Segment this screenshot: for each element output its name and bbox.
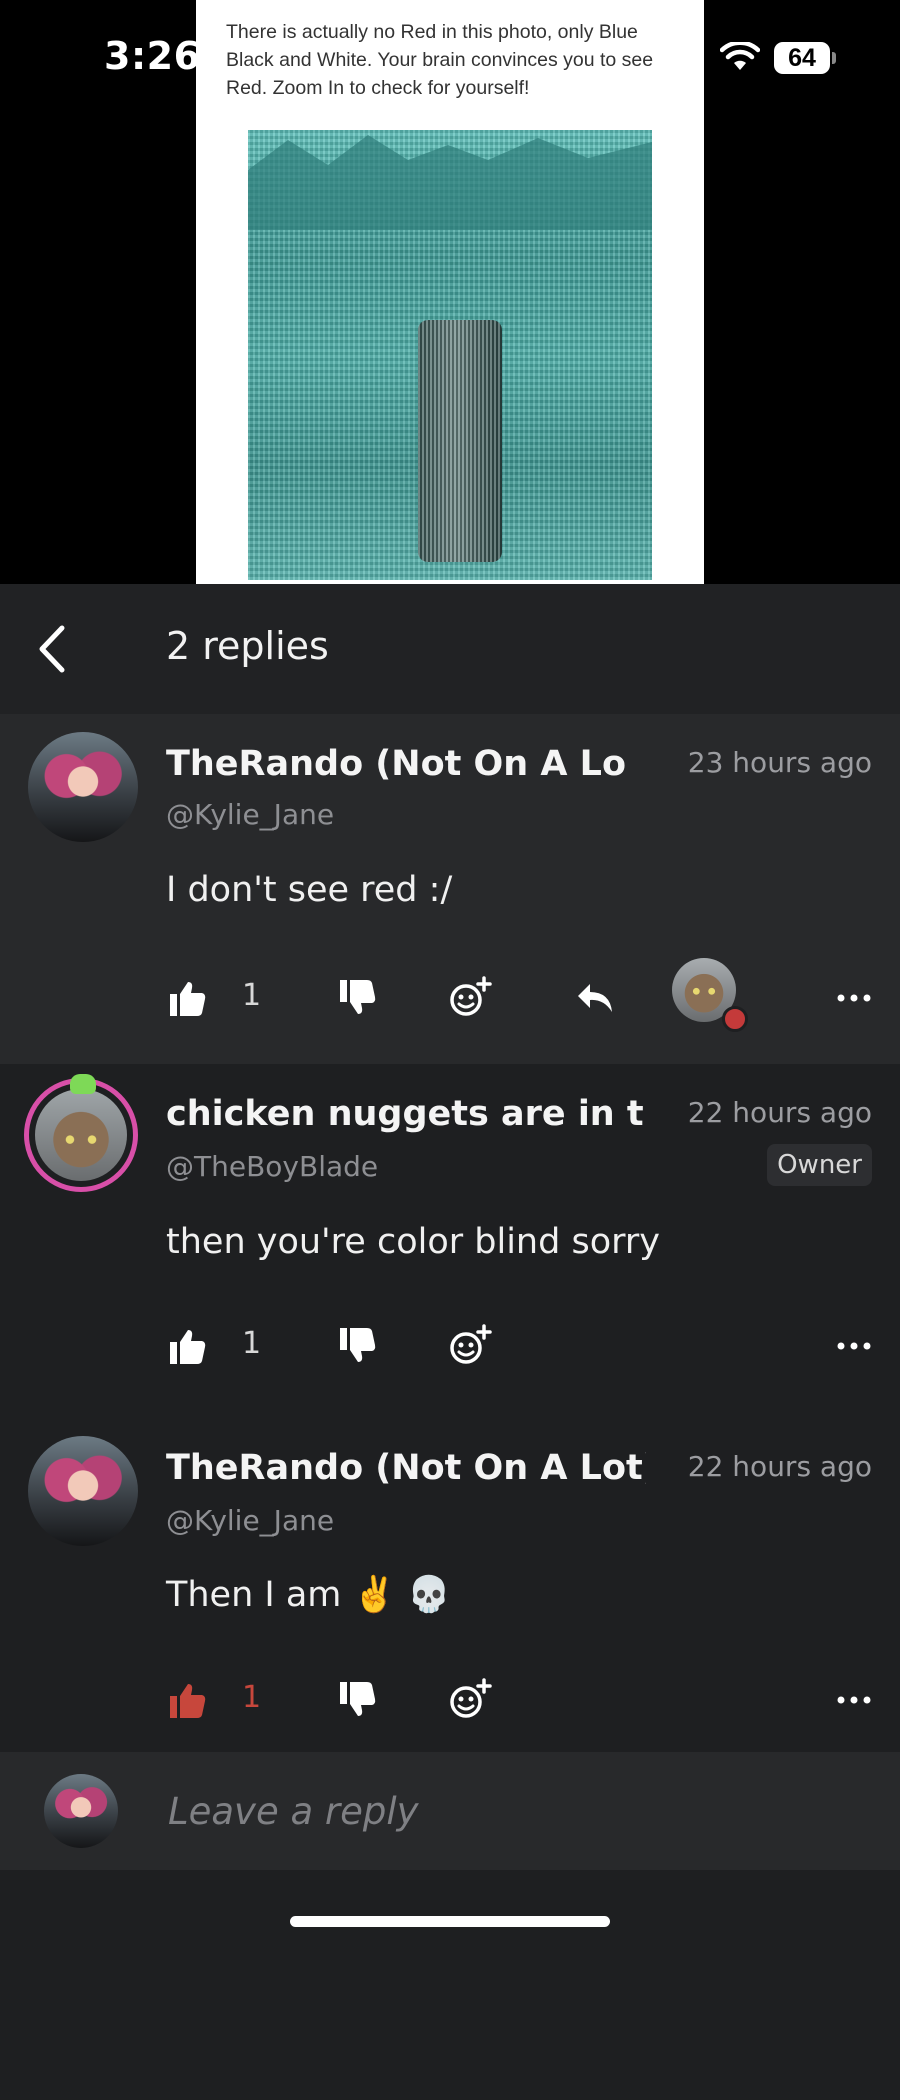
comment-text: Then I am ✌️ 💀 [166, 1575, 451, 1615]
bottom-safe-area [0, 1870, 900, 1948]
battery-icon: 64 [774, 42, 836, 74]
like-count: 1 [242, 1326, 262, 1361]
add-reaction-icon[interactable] [448, 1324, 492, 1368]
image-caption: There is actually no Red in this photo, … [226, 21, 654, 99]
wifi-icon [720, 42, 760, 70]
avatar[interactable] [28, 732, 138, 842]
comment: TheRando (Not On A Lot) 23 hours ago @Ky… [0, 714, 900, 1064]
thumbs-down-icon[interactable] [336, 1324, 380, 1368]
comment-time: 22 hours ago [687, 1450, 872, 1483]
more-options-icon[interactable] [832, 1678, 876, 1722]
comment-author[interactable]: chicken nuggets are in the [166, 1094, 646, 1134]
like-count: 1 [242, 1680, 262, 1715]
soda-can [418, 320, 502, 562]
add-reaction-icon[interactable] [448, 976, 492, 1020]
comment-handle[interactable]: @Kylie_Jane [166, 798, 334, 831]
comment-text: I don't see red :/ [166, 870, 453, 910]
comment-text: then you're color blind sorry [166, 1222, 660, 1262]
thumbs-up-icon[interactable] [166, 1324, 210, 1368]
photo [248, 130, 652, 580]
reply-input[interactable] [166, 1782, 860, 1840]
heart-icon [722, 1006, 748, 1032]
avatar[interactable] [28, 1436, 138, 1546]
mountains-illustration [248, 135, 652, 230]
thumbs-down-icon[interactable] [336, 1678, 380, 1722]
thumbs-down-icon[interactable] [336, 976, 380, 1020]
replies-title: 2 replies [166, 624, 329, 668]
more-options-icon[interactable] [832, 1324, 876, 1368]
comment-handle[interactable]: @TheBoyBlade [166, 1150, 378, 1183]
comment-time: 23 hours ago [687, 746, 872, 779]
reply-icon[interactable] [572, 976, 616, 1020]
more-options-icon[interactable] [832, 976, 876, 1020]
avatar [35, 1089, 127, 1181]
post-image[interactable]: There is actually no Red in this photo, … [196, 0, 704, 584]
my-avatar [44, 1774, 118, 1848]
comment-handle[interactable]: @Kylie_Jane [166, 1504, 334, 1537]
back-arrow-icon[interactable] [32, 620, 72, 678]
replies-header: 2 replies [0, 584, 900, 714]
comment-actions: 1 [0, 1678, 900, 1738]
creator-heart-avatar [672, 958, 748, 1032]
comment-author[interactable]: TheRando (Not On A Lot) [166, 1448, 646, 1488]
comment-author[interactable]: TheRando (Not On A Lot) [166, 744, 626, 784]
comment-actions: 1 [0, 958, 900, 1036]
owner-badge: Owner [767, 1144, 872, 1186]
avatar-frame[interactable] [24, 1078, 138, 1192]
thumbs-up-icon[interactable] [166, 976, 210, 1020]
comment-time: 22 hours ago [687, 1096, 872, 1129]
status-time: 3:26 [104, 34, 201, 78]
add-reaction-icon[interactable] [448, 1678, 492, 1722]
reply-composer [0, 1752, 900, 1870]
thumbs-up-icon[interactable] [166, 1678, 210, 1722]
like-count: 1 [242, 978, 262, 1013]
battery-level: 64 [774, 42, 830, 74]
home-indicator[interactable] [290, 1916, 610, 1927]
frog-badge-icon [70, 1074, 96, 1094]
comment-actions: 1 [0, 1324, 900, 1384]
